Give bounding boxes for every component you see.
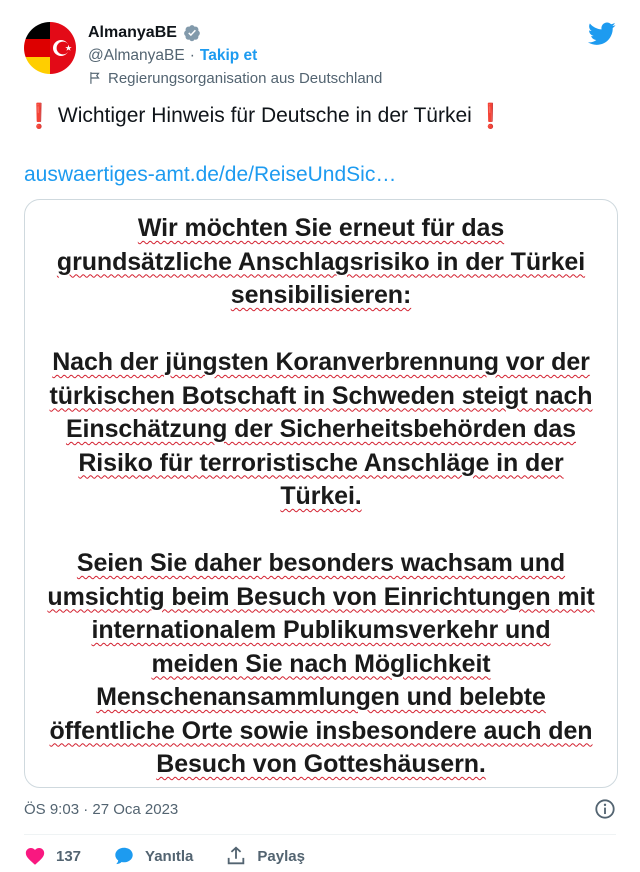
reply-button[interactable]: Yanıtla xyxy=(113,845,193,867)
divider xyxy=(24,834,616,835)
affiliation-text: Regierungsorganisation aus Deutschland xyxy=(108,69,383,87)
media-text: Wir möchten Sie erneut für das grundsätz… xyxy=(25,212,617,782)
share-button[interactable]: Paylaş xyxy=(225,845,305,867)
media-line: Risiko für terroristische Anschläge in d… xyxy=(78,448,564,477)
exclamation-emoji-right: ❗ xyxy=(475,102,506,130)
german-flag-half xyxy=(24,22,50,74)
speech-bubble-icon xyxy=(115,847,133,865)
follow-button[interactable]: Takip et xyxy=(200,47,257,65)
heart-icon xyxy=(25,848,45,865)
handle-row: @AlmanyaBE · Takip et xyxy=(88,46,257,66)
like-button[interactable]: 137 xyxy=(24,845,81,867)
account-name-row: AlmanyaBE xyxy=(88,22,201,44)
affiliation-label: Regierungsorganisation aus Deutschland xyxy=(88,68,382,88)
share-upload-icon xyxy=(228,846,245,865)
media-line: Einschätzung der Sicherheitsbehörden das xyxy=(65,415,576,443)
media-line: internationalem Publikumsverkehr und xyxy=(91,616,551,644)
media-line: Seien Sie daher besonders wachsam und xyxy=(76,549,566,577)
timestamp[interactable]: ÖS 9:03 · 27 Oca 2023 xyxy=(24,798,178,820)
avatar[interactable] xyxy=(24,22,76,74)
media-line: Menschenansammlungen und belebte xyxy=(96,683,546,711)
media-line: umsichtig beim Besuch von Einrichtungen … xyxy=(47,582,595,611)
crescent-star-icon xyxy=(53,40,72,56)
media-line: sensibilisieren: xyxy=(230,281,412,309)
handle-separator: · xyxy=(189,47,195,64)
twitter-bird-icon[interactable] xyxy=(588,22,616,46)
action-bar: 137 Yanıtla Paylaş xyxy=(24,843,337,869)
tweet-media-image[interactable]: Wir möchten Sie erneut für das grundsätz… xyxy=(24,199,618,788)
account-handle[interactable]: @AlmanyaBE xyxy=(88,47,185,65)
media-line: grundsätzliche Anschlagsrisiko in der Tü… xyxy=(56,247,586,276)
media-line: Türkei. xyxy=(280,482,362,510)
tweet-link[interactable]: auswaertiges-amt.de/de/ReiseUndSic… xyxy=(24,160,396,190)
flag-icon xyxy=(90,72,100,84)
media-line: türkischen Botschaft in Schweden steigt … xyxy=(49,381,593,410)
media-line: Wir möchten Sie erneut für das xyxy=(137,214,505,242)
display-name[interactable]: AlmanyaBE xyxy=(88,24,177,42)
media-line: öffentliche Orte sowie insbesondere auch… xyxy=(49,716,593,745)
verified-badge-icon xyxy=(184,25,200,42)
like-count: 137 xyxy=(56,847,82,865)
reply-label: Yanıtla xyxy=(145,847,194,865)
tweet-body-text: Wichtiger Hinweis für Deutsche in der Tü… xyxy=(57,104,472,127)
media-line: Nach der jüngsten Koranverbrennung vor d… xyxy=(52,348,590,376)
media-line: Besuch von Gotteshäusern. xyxy=(156,750,486,778)
media-line: meiden Sie nach Möglichkeit xyxy=(151,649,491,678)
media-line: Wir möchten Sie erneut für das xyxy=(25,212,617,246)
info-icon[interactable] xyxy=(594,798,616,820)
share-label: Paylaş xyxy=(257,847,305,865)
turkish-flag-half xyxy=(50,22,76,74)
tweet-text: ❗ Wichtiger Hinweis für Deutsche in der … xyxy=(24,101,618,131)
exclamation-emoji-left: ❗ xyxy=(24,102,54,130)
tweet-card: AlmanyaBE @AlmanyaBE · Takip et Regierun… xyxy=(0,0,640,872)
